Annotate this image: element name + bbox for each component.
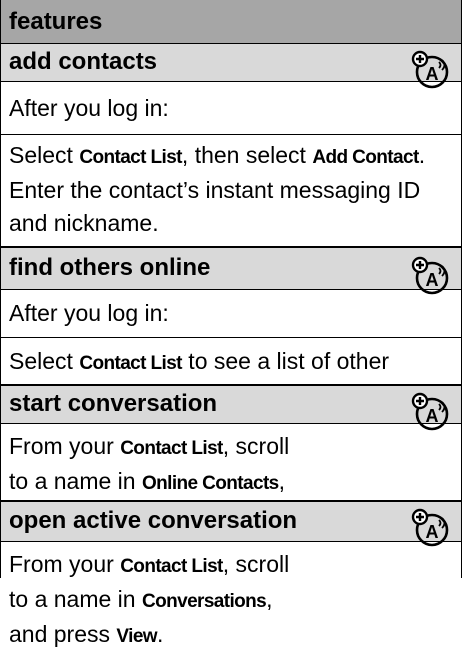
- feature-title: open active conversation: [9, 507, 298, 534]
- feature-find-others-online: find others online A After you log in: S…: [1, 246, 461, 423]
- feature-title: find others online: [9, 254, 211, 281]
- table-header-title: features: [9, 8, 103, 35]
- feature-step: From your Contact List, scroll to a name…: [1, 424, 461, 529]
- ui-term: Contact List: [120, 556, 223, 577]
- feature-title-row: start conversation A: [1, 386, 461, 431]
- step-text: Select: [9, 348, 80, 374]
- feature-open-active-conversation: open active conversation A From your Con…: [1, 500, 461, 647]
- ui-term: View: [116, 626, 157, 647]
- feature-title-row: find others online A: [1, 248, 461, 295]
- feature-step: Select Contact List to see a list of oth…: [1, 337, 461, 423]
- svg-text:A: A: [426, 64, 439, 84]
- step-text: After you log in:: [9, 300, 169, 326]
- ui-term: Conversations: [141, 591, 267, 612]
- ui-term: Contact List: [79, 353, 182, 374]
- ui-term: Contact List: [79, 147, 182, 168]
- feature-title: start conversation: [9, 390, 218, 417]
- feature-add-contacts: add contacts A After you log in: Select …: [1, 44, 461, 246]
- svg-text:A: A: [426, 522, 439, 542]
- ui-term: Add Contact: [312, 147, 419, 168]
- feature-step: After you log in:: [1, 82, 461, 134]
- svg-text:A: A: [426, 406, 439, 426]
- feature-title-row: add contacts A: [1, 44, 461, 89]
- step-text: Select: [9, 142, 80, 168]
- feature-step: From your Contact List, scroll to a name…: [1, 542, 461, 647]
- features-table: features add contacts A After you log in…: [0, 0, 462, 647]
- feature-title: add contacts: [9, 48, 158, 75]
- feature-step: Select Contact List, then select Add Con…: [1, 134, 461, 246]
- step-text: From your: [9, 551, 121, 577]
- table-header: features: [1, 0, 461, 44]
- feature-start-conversation: start conversation A From your Contact L…: [1, 384, 461, 529]
- feature-title-row: open active conversation A: [1, 502, 461, 547]
- feature-step: After you log in:: [1, 290, 461, 337]
- step-text: After you log in:: [9, 95, 169, 121]
- step-text: From your: [9, 433, 121, 459]
- ui-term: Online Contacts: [141, 473, 279, 494]
- step-text: , then select: [181, 142, 313, 168]
- ui-term: Contact List: [120, 438, 223, 459]
- svg-text:A: A: [426, 270, 439, 290]
- step-text: .: [156, 621, 164, 647]
